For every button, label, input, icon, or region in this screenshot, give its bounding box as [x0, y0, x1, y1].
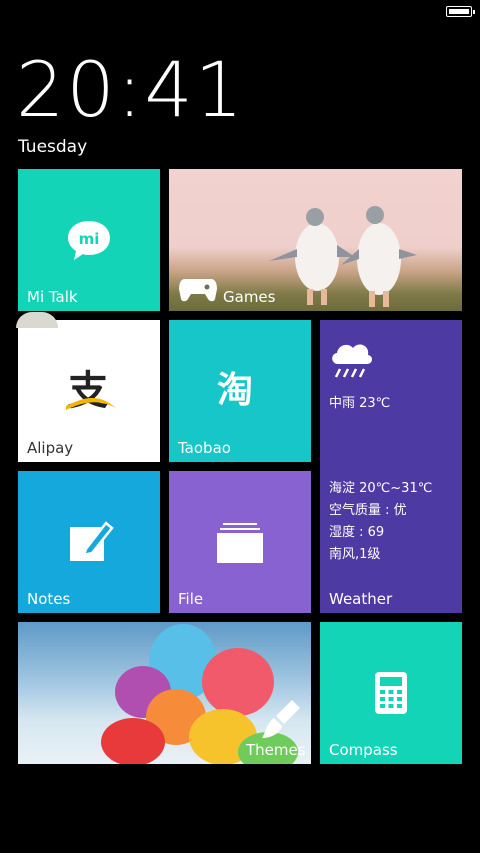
gamepad-icon [179, 279, 217, 302]
avatar [16, 312, 58, 328]
tile-alipay[interactable]: 支 Alipay [18, 320, 160, 462]
tile-label: Compass [329, 741, 398, 759]
tile-label: Notes [27, 590, 71, 608]
calculator-icon [375, 672, 407, 714]
paintbrush-icon [262, 700, 300, 738]
tile-label: Alipay [27, 439, 74, 457]
weather-wind: 南风,1级 [329, 547, 381, 562]
folder-icon [217, 523, 263, 563]
tile-label: Weather [329, 590, 393, 608]
tile-weather[interactable]: 中雨 23℃ 海淀 20℃~31℃ 空气质量 : 优 湿度 : 69 南风,1级… [320, 320, 462, 613]
day-label: Tuesday [18, 137, 88, 157]
tile-label: Themes [246, 741, 306, 759]
weather-air-quality: 空气质量 : 优 [329, 503, 407, 518]
weather-location-range: 海淀 20℃~31℃ [329, 481, 433, 496]
tile-mi-talk[interactable]: mi Mi Talk [18, 169, 160, 311]
alipay-logo-icon: 支 [66, 368, 116, 414]
weather-humidity: 湿度 : 69 [329, 525, 385, 540]
tile-games[interactable]: Games [169, 169, 462, 311]
alipay-logo-char: 支 [68, 368, 108, 414]
tile-themes[interactable]: Themes [18, 622, 311, 764]
tile-taobao[interactable]: 淘 Taobao [169, 320, 311, 462]
pencil-note-icon [70, 521, 114, 561]
clock-time: 20:41 [16, 45, 246, 134]
tile-label: File [178, 590, 204, 608]
tile-compass[interactable]: Compass [320, 622, 462, 764]
battery-icon [446, 6, 475, 17]
tile-notes[interactable]: Notes [18, 471, 160, 613]
tile-label: Games [223, 288, 276, 306]
weather-condition: 中雨 23℃ [329, 396, 391, 411]
mi-talk-bubble-icon: mi [68, 221, 110, 260]
tile-file[interactable]: File [169, 471, 311, 613]
taobao-logo-icon: 淘 [217, 370, 254, 411]
mi-badge-text: mi [79, 230, 100, 248]
tile-label: Mi Talk [27, 288, 78, 306]
cloud-rain-icon [332, 344, 373, 378]
tile-label: Taobao [178, 439, 231, 457]
